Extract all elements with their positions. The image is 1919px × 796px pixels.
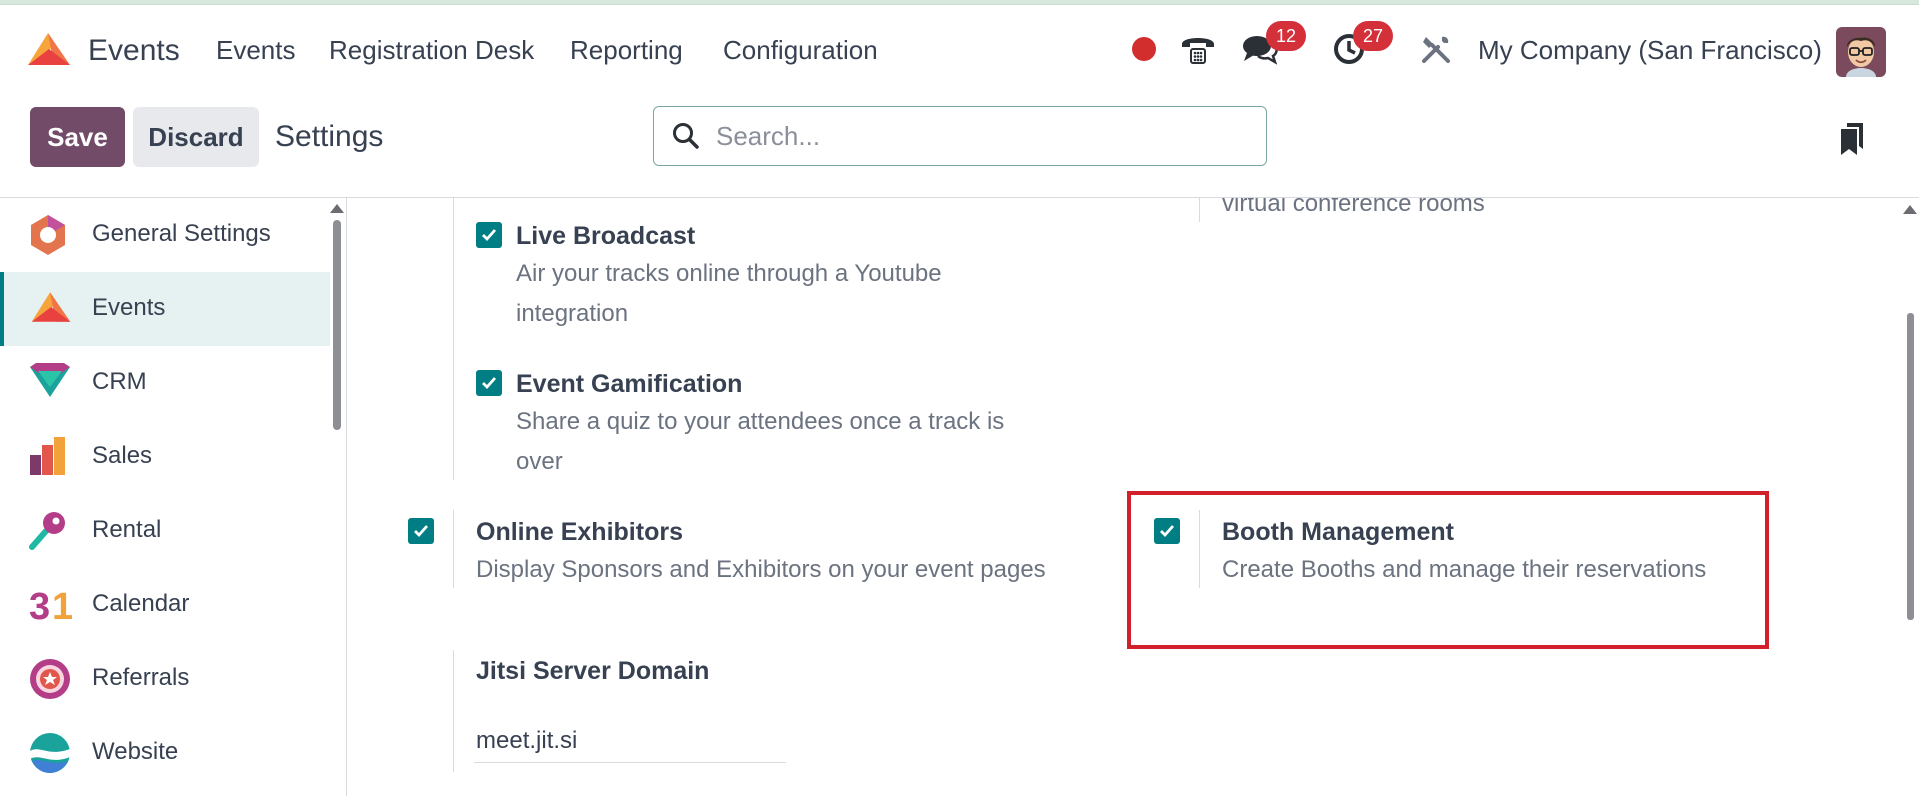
rental-icon [28,509,74,553]
app-logo[interactable] [24,31,74,67]
sidebar-item-calendar[interactable]: 3 1 Calendar [0,568,330,642]
menu-events[interactable]: Events [216,35,296,66]
content-scrollbar[interactable] [1907,313,1914,620]
general-settings-icon [28,213,74,257]
user-avatar[interactable] [1836,27,1886,77]
online-exhibitors-checkbox[interactable] [408,518,434,544]
setting-divider [1199,198,1200,222]
search-box[interactable] [653,106,1267,166]
sidebar-item-label: Rental [92,516,162,543]
navbar: Events Events Registration Desk Reportin… [0,5,1919,93]
sidebar-item-label: General Settings [92,220,271,247]
nested-settings-divider [453,198,454,480]
highlight-box [1127,491,1769,649]
jitsi-title: Jitsi Server Domain [476,657,710,685]
sidebar-scrollbar[interactable] [333,220,341,430]
online-exhibitors-desc: Display Sponsors and Exhibitors on your … [476,556,1046,583]
menu-registration-desk[interactable]: Registration Desk [329,35,534,66]
checkmark-icon [482,229,497,242]
referrals-icon [28,657,74,701]
sidebar-item-label: Events [92,294,166,321]
event-gamification-checkbox[interactable] [476,370,502,396]
sidebar-item-general-settings[interactable]: General Settings [0,198,330,272]
messages-badge: 12 [1266,21,1306,51]
sidebar-item-crm[interactable]: CRM [0,346,330,420]
live-broadcast-title: Live Broadcast [516,222,696,250]
checkmark-icon [482,377,497,390]
setting-divider [453,650,454,772]
tools-icon[interactable] [1420,27,1452,71]
events-icon [28,287,74,331]
sidebar-item-label: Website [92,738,179,765]
events-app-icon [28,33,70,65]
messages-button[interactable]: 12 [1242,21,1306,71]
bookmark-icon[interactable] [1840,122,1864,161]
checkmark-icon [414,525,429,538]
sidebar-item-label: Sales [92,442,153,469]
activities-button[interactable]: 27 [1332,21,1393,71]
calendar-icon: 3 1 [28,583,74,628]
sidebar-item-sales[interactable]: Sales [0,420,330,494]
live-broadcast-desc-line1: Air your tracks online through a Youtube [516,260,942,287]
breadcrumb-settings: Settings [275,120,384,153]
search-input[interactable] [716,120,1236,152]
sidebar-item-label: Calendar [92,590,190,617]
search-icon [673,123,699,149]
svg-text:1: 1 [52,586,72,625]
phone-icon[interactable] [1179,27,1217,71]
partial-setting-description: virtual conference rooms [1222,198,1485,217]
sidebar-item-label: CRM [92,368,147,395]
online-exhibitors-title: Online Exhibitors [476,518,683,546]
crm-icon [28,361,74,405]
sidebar-scroll-up-arrow[interactable] [330,204,344,213]
event-gamification-title: Event Gamification [516,370,743,398]
event-gamification-desc-line1: Share a quiz to your attendees once a tr… [516,408,1005,435]
discard-button[interactable]: Discard [133,107,259,167]
menu-configuration[interactable]: Configuration [723,35,878,66]
save-button[interactable]: Save [30,107,125,167]
sidebar-item-label: Referrals [92,664,190,691]
svg-text:3: 3 [29,586,50,625]
company-switcher[interactable]: My Company (San Francisco) [1478,35,1822,66]
jitsi-server-domain-input[interactable]: meet.jit.si [476,721,577,761]
setting-divider [453,510,454,588]
sidebar-item-website[interactable]: Website [0,716,330,790]
live-broadcast-checkbox[interactable] [476,222,502,248]
sales-icon [28,435,74,479]
content-scroll-up-arrow[interactable] [1903,205,1917,214]
website-icon [28,731,74,775]
settings-sidebar: General Settings Events CRM Sales Rental… [0,198,347,796]
jitsi-input-underline [474,762,786,763]
record-indicator-icon[interactable] [1132,27,1156,71]
event-gamification-desc-line2: over [516,448,563,475]
sidebar-item-rental[interactable]: Rental [0,494,330,568]
activities-badge: 27 [1353,21,1393,51]
menu-reporting[interactable]: Reporting [570,35,683,66]
sidebar-item-events[interactable]: Events [0,272,330,346]
app-title[interactable]: Events [88,34,180,68]
live-broadcast-desc-line2: integration [516,300,629,327]
sidebar-item-referrals[interactable]: Referrals [0,642,330,716]
